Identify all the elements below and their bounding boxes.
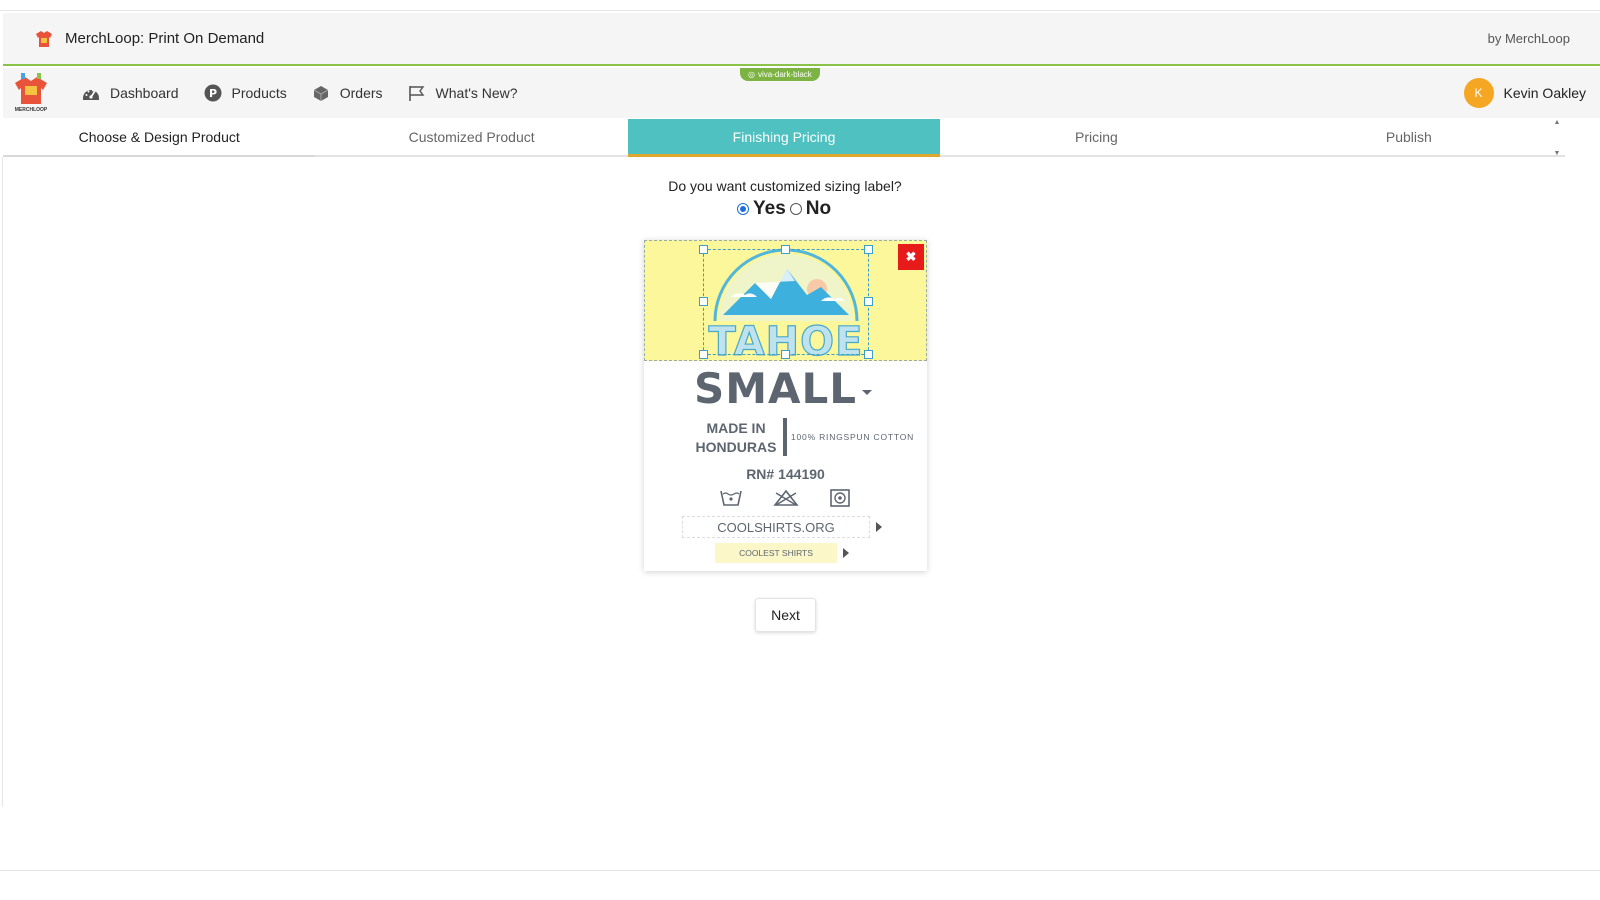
tabs-scroller: ▲ ▼: [1550, 119, 1564, 157]
resize-handle[interactable]: [864, 245, 873, 254]
logo-text: MERCHLOOP: [14, 107, 48, 113]
radio-yes[interactable]: [737, 203, 749, 215]
sizing-label-question: Do you want customized sizing label?: [668, 178, 902, 194]
label-website-field[interactable]: COOLSHIRTS.ORG: [682, 516, 870, 538]
scroll-down-icon[interactable]: ▼: [1554, 150, 1561, 157]
tab-pricing[interactable]: Pricing: [940, 119, 1252, 155]
tab-choose-design-product[interactable]: Choose & Design Product: [3, 119, 316, 157]
svg-text:P: P: [208, 87, 216, 100]
products-p-icon: P: [203, 83, 223, 103]
theme-badge-label: viva-dark-black: [757, 70, 812, 79]
nav-whats-new-label: What's New?: [435, 85, 518, 101]
brand-arrow-icon[interactable]: [843, 548, 849, 558]
sizing-label-preview: TAHOE ✖ SMALL MADE IN HONDURAS 100% RINGS…: [644, 240, 927, 571]
care-icons: [720, 489, 850, 507]
resize-handle[interactable]: [699, 245, 708, 254]
radio-yes-label[interactable]: Yes: [753, 198, 786, 220]
app-title: MerchLoop: Print On Demand: [65, 30, 265, 47]
website-arrow-icon[interactable]: [876, 522, 882, 532]
app-publisher: by MerchLoop: [1487, 31, 1570, 46]
theme-badge[interactable]: ◎ viva-dark-black: [740, 68, 820, 81]
resize-handle[interactable]: [781, 245, 790, 254]
resize-handle[interactable]: [781, 350, 790, 359]
tab-finishing-pricing[interactable]: Finishing Pricing: [627, 119, 941, 157]
theme-dot-icon: ◎: [748, 70, 755, 79]
resize-handle[interactable]: [699, 297, 708, 306]
merchloop-logo[interactable]: MERCHLOOP: [9, 71, 53, 115]
size-dropdown-caret-icon[interactable]: [862, 390, 872, 395]
step-tabs: Choose & Design Product Customized Produ…: [3, 119, 1565, 157]
label-rn-number: RN# 144190: [746, 466, 825, 482]
label-size-text: SMALL: [694, 364, 858, 413]
bottom-divider: [0, 870, 1600, 871]
scroll-up-icon[interactable]: ▲: [1554, 119, 1561, 126]
next-button[interactable]: Next: [755, 598, 816, 632]
artwork-selection-box[interactable]: [703, 249, 869, 355]
wash-tub-icon: [720, 490, 742, 506]
resize-handle[interactable]: [864, 297, 873, 306]
label-divider: [783, 418, 787, 456]
orders-box-icon: [311, 83, 331, 103]
nav-orders-label: Orders: [339, 85, 383, 101]
label-made-in: MADE IN HONDURAS: [695, 420, 777, 455]
main-navbar: MERCHLOOP Dashboard P Products Orders Wh…: [3, 68, 1600, 118]
nav-products-label: Products: [231, 85, 287, 101]
radio-no-label[interactable]: No: [806, 198, 831, 220]
resize-handle[interactable]: [864, 350, 873, 359]
merchloop-app-icon: [33, 28, 55, 50]
top-divider: [0, 10, 1600, 11]
label-artwork-area[interactable]: TAHOE ✖: [644, 240, 927, 361]
nav-products[interactable]: P Products: [203, 83, 287, 103]
nav-dashboard[interactable]: Dashboard: [81, 83, 179, 103]
user-menu[interactable]: K Kevin Oakley: [1463, 78, 1586, 108]
sizing-label-options: Yes No: [737, 198, 831, 220]
app-titlebar: MerchLoop: Print On Demand by MerchLoop: [3, 13, 1600, 66]
tab-customized-product[interactable]: Customized Product: [315, 119, 627, 155]
delete-artwork-button[interactable]: ✖: [898, 244, 924, 270]
radio-no[interactable]: [789, 203, 802, 215]
nav-whats-new[interactable]: What's New?: [407, 83, 518, 103]
dashboard-gauge-icon: [81, 83, 101, 103]
tab-publish[interactable]: Publish: [1253, 119, 1565, 155]
nav-dashboard-label: Dashboard: [110, 85, 179, 101]
avatar: K: [1463, 78, 1494, 108]
label-material: 100% RINGSPUN COTTON: [791, 432, 915, 442]
resize-handle[interactable]: [699, 350, 708, 359]
flag-icon: [407, 83, 427, 103]
close-icon: ✖: [905, 249, 917, 264]
tumble-dry-icon: [830, 489, 850, 507]
label-brand-field[interactable]: COOLEST SHIRTS: [715, 543, 837, 563]
user-name: Kevin Oakley: [1503, 85, 1586, 101]
left-divider: [2, 157, 3, 807]
no-bleach-triangle-icon: [773, 489, 799, 506]
nav-orders[interactable]: Orders: [311, 83, 383, 103]
